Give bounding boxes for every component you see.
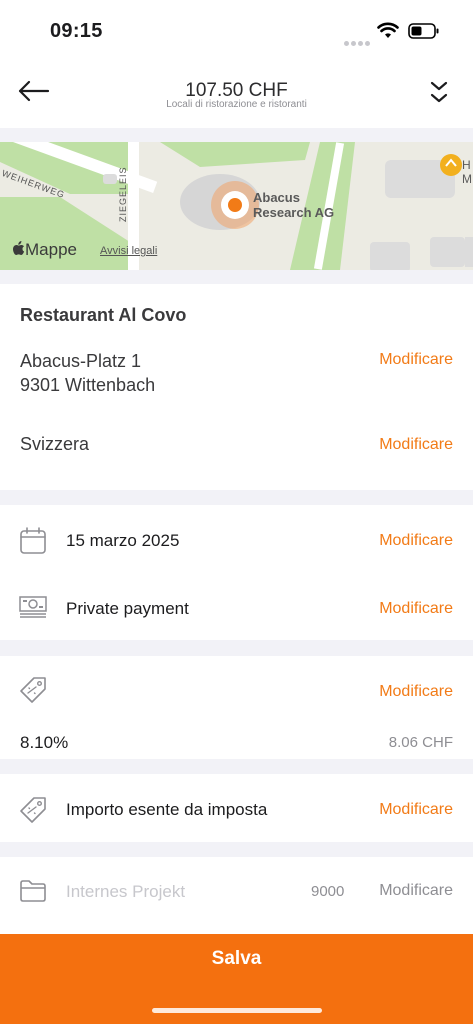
country: Svizzera — [20, 434, 90, 454]
price-tag-icon — [19, 796, 47, 829]
signal-icon — [344, 33, 372, 51]
battery-icon — [408, 22, 440, 45]
edit-address-button[interactable]: Modificare — [379, 351, 453, 369]
tax-exempt-amount-label: Importo esente da imposta — [66, 800, 268, 819]
price-tag-icon — [19, 676, 47, 709]
details-card — [0, 505, 473, 640]
maps-brand: Mappe — [12, 240, 77, 260]
project-field[interactable]: Internes Projekt — [66, 882, 185, 902]
calendar-icon — [19, 527, 47, 560]
banknote-icon — [19, 595, 47, 626]
map-poi-right: H M — [462, 158, 472, 186]
payment-method: Private payment — [66, 599, 189, 618]
edit-tax-exempt-button[interactable]: Modificare — [379, 801, 453, 819]
save-bar: Salva — [0, 934, 473, 1024]
status-time: 09:15 — [50, 20, 103, 42]
expense-category-subtitle: Locali di ristorazione e ristoranti — [166, 99, 307, 110]
status-bar: 09:15 — [0, 0, 473, 60]
map-poi-right-line1: H — [462, 158, 471, 172]
edit-project-button[interactable]: Modificare — [379, 882, 453, 900]
address-line2: 9301 Wittenbach — [20, 375, 156, 395]
map-poi-line2: Research AG — [253, 205, 335, 220]
apple-logo-icon — [13, 241, 25, 255]
wifi-icon — [377, 22, 399, 45]
map-poi-line1: Abacus — [253, 190, 300, 205]
edit-payment-button[interactable]: Modificare — [379, 600, 453, 618]
address-line1: Abacus-Platz 1 — [20, 351, 142, 371]
save-button[interactable]: Salva — [0, 948, 473, 970]
edit-country-button[interactable]: Modificare — [379, 436, 453, 454]
maps-brand-label: Mappe — [25, 240, 77, 259]
edit-date-button[interactable]: Modificare — [379, 532, 453, 550]
address-block: Abacus-Platz 1 9301 Wittenbach — [20, 349, 155, 397]
edit-tax-button[interactable]: Modificare — [379, 683, 453, 701]
expense-date: 15 marzo 2025 — [66, 531, 180, 550]
legal-notices-link[interactable]: Avvisi legali — [100, 245, 157, 257]
restaurant-name: Restaurant Al Covo — [20, 305, 187, 325]
home-indicator — [152, 1008, 322, 1013]
tax-rate: 8.10% — [20, 733, 69, 752]
folder-icon — [19, 879, 47, 908]
map-poi-right-line2: M — [462, 172, 472, 186]
map-poi-label: Abacus Research AG — [253, 190, 334, 220]
chevrons-collapse-icon[interactable] — [427, 78, 451, 106]
nav-bar: 107.50 CHF Locali di ristorazione e rist… — [0, 60, 473, 128]
project-code: 9000 — [311, 883, 345, 900]
map-street-label: ZIEGELEIS — [118, 166, 128, 222]
tax-amount: 8.06 CHF — [388, 734, 453, 751]
